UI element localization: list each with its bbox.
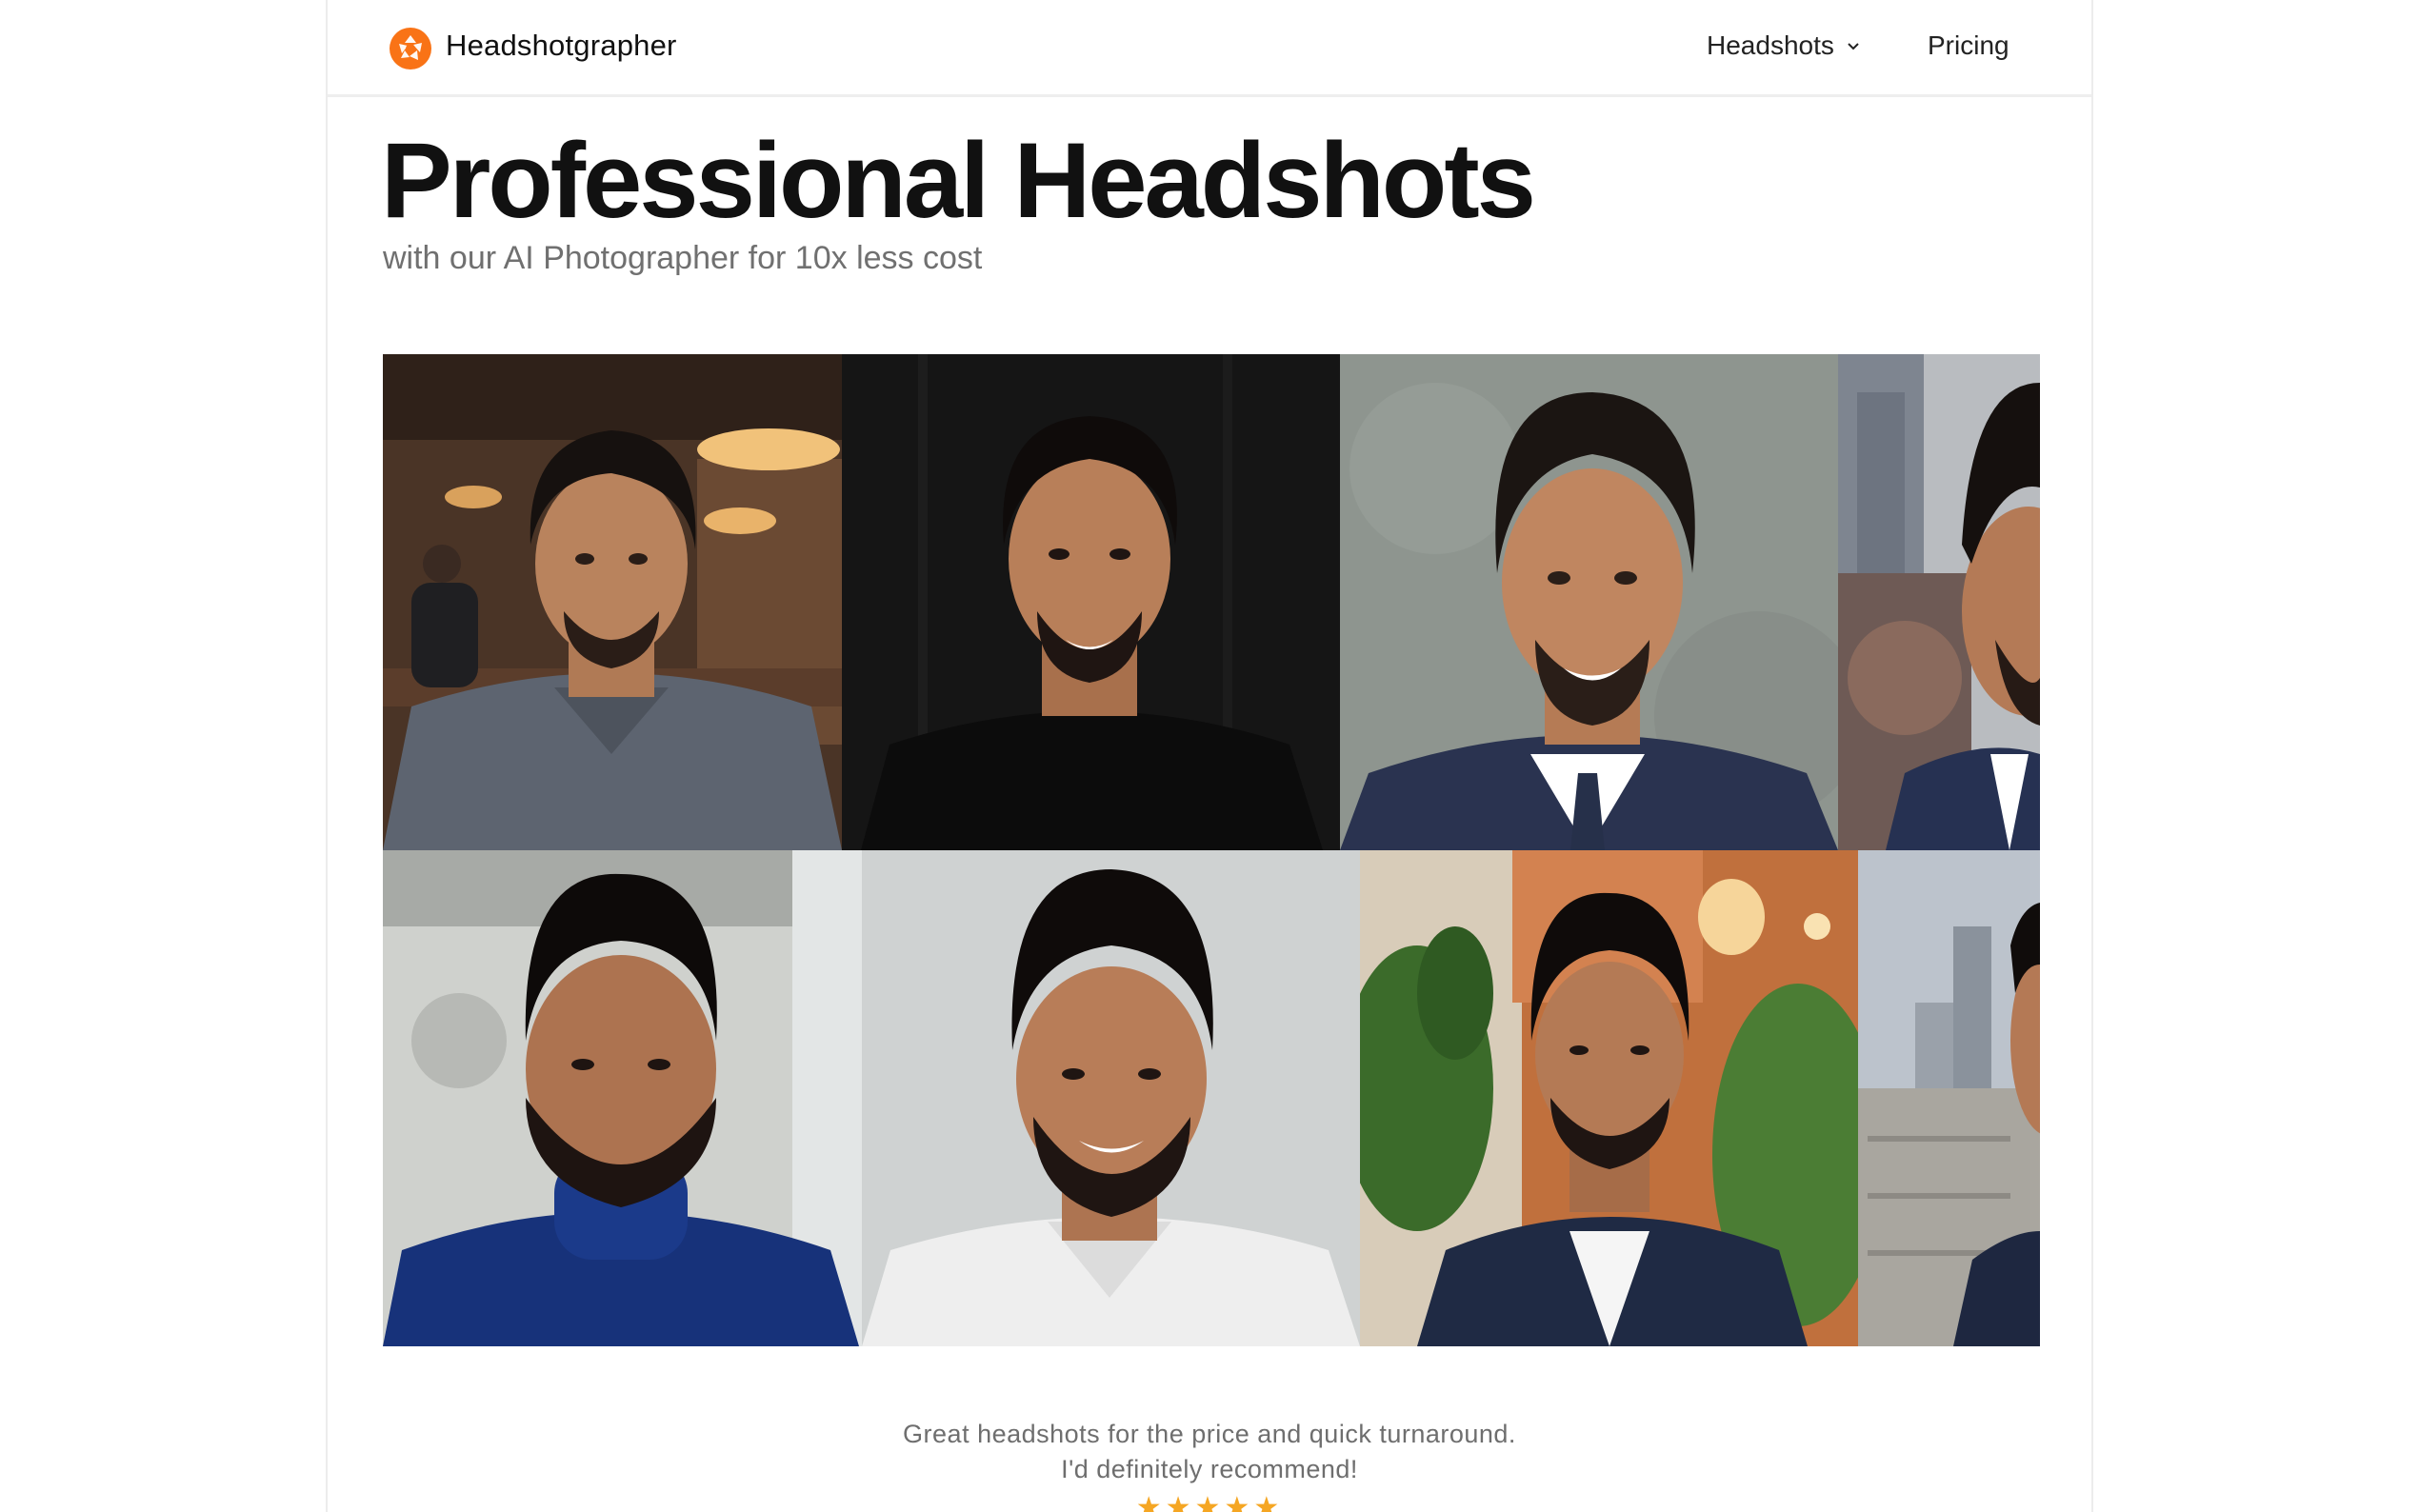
chevron-down-icon (1848, 43, 1859, 50)
nav-headshots-dropdown[interactable]: Headshots (1707, 30, 1861, 61)
aperture-icon[interactable] (389, 27, 432, 70)
headshot-photo-turtleneck (383, 850, 862, 1346)
testimonial-quote: Great headshots for the price and quick … (328, 1417, 2091, 1487)
star-rating: ★★★★★ (1135, 1492, 1284, 1512)
nav-headshots-label: Headshots (1707, 30, 1834, 60)
headshot-photo-city-bg (1838, 354, 2040, 850)
nav-pricing-link[interactable]: Pricing (1928, 30, 2009, 61)
headshot-photo-cafe (383, 354, 842, 850)
headshot-gallery (383, 354, 2040, 1346)
brand-name[interactable]: Headshotgrapher (446, 29, 677, 63)
testimonial-line-1: Great headshots for the price and quick … (903, 1420, 1516, 1448)
page-subtitle: with our AI Photographer for 10x less co… (383, 240, 983, 276)
page-frame: Headshotgrapher Headshots Pricing Profes… (326, 0, 2093, 1512)
page-title: Professional Headshots (381, 121, 1536, 240)
headshot-photo-gray-bg (1340, 354, 1838, 850)
headshot-photo-black-bg (842, 354, 1340, 850)
headshot-photo-city-bg-2 (1858, 850, 2040, 1346)
headshot-photo-plants (1360, 850, 1858, 1346)
headshot-photo-white-shirt (862, 850, 1360, 1346)
testimonial-line-2: I'd definitely recommend! (1061, 1455, 1358, 1483)
site-header: Headshotgrapher Headshots Pricing (328, 0, 2091, 97)
